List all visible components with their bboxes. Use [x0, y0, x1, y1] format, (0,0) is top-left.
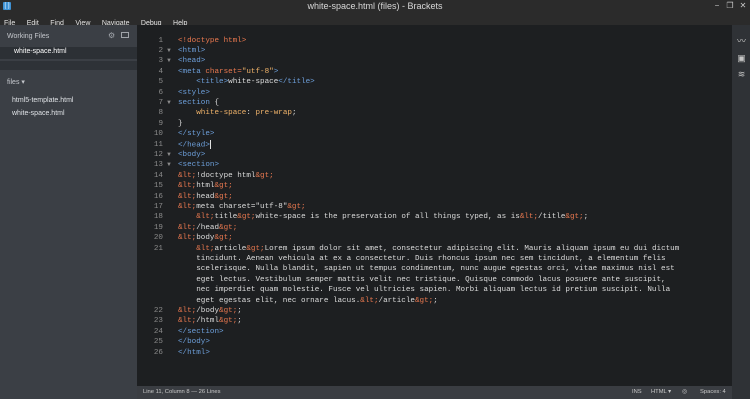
- line-number: 2: [158, 46, 163, 55]
- language-mode-dropdown[interactable]: HTML ▾: [651, 386, 671, 399]
- line-number: 23: [153, 317, 163, 326]
- line-number: 13: [153, 161, 163, 170]
- code-line[interactable]: &lt;article&gt;Lorem ipsum dolor sit ame…: [178, 244, 679, 254]
- line-number: 6: [158, 88, 163, 97]
- line-number: 3: [158, 57, 163, 66]
- code-line[interactable]: <!doctype html>: [178, 36, 246, 46]
- menu-bar: File Edit Find View Navigate Debug Help: [0, 12, 750, 27]
- close-icon[interactable]: ✕: [737, 0, 749, 12]
- line-number: 22: [153, 306, 163, 315]
- code-line[interactable]: nec imperdiet quam molestie. Fusce vel u…: [178, 285, 670, 295]
- code-line[interactable]: <section>: [178, 160, 219, 170]
- line-number: 20: [153, 234, 163, 243]
- project-files-header[interactable]: files ▾: [7, 78, 25, 86]
- restore-icon[interactable]: ❐: [724, 0, 736, 12]
- code-line[interactable]: &lt;body&gt;: [178, 233, 233, 243]
- code-line[interactable]: &lt;html&gt;: [178, 181, 233, 191]
- file-item-html5-template[interactable]: html5-template.html: [12, 97, 73, 104]
- code-line[interactable]: </section>: [178, 327, 224, 337]
- right-toolbar: [732, 25, 750, 399]
- line-number: 9: [158, 119, 163, 128]
- code-line[interactable]: <style>: [178, 88, 210, 98]
- code-line[interactable]: eget egestas elit, nec ornare lacus.&lt;…: [178, 296, 438, 306]
- code-line[interactable]: </style>: [178, 129, 214, 139]
- code-line[interactable]: <title>white-space</title>: [178, 77, 315, 87]
- code-line[interactable]: white-space: pre-wrap;: [178, 108, 296, 118]
- text-cursor: [209, 139, 211, 149]
- code-line[interactable]: tincidunt. Aenean vehicula at ex a conse…: [178, 254, 665, 264]
- line-number: 19: [153, 223, 163, 232]
- fold-toggle-icon[interactable]: ▼: [166, 160, 172, 170]
- code-line[interactable]: &lt;/head&gt;: [178, 223, 237, 233]
- line-number: 10: [153, 130, 163, 139]
- line-number: 16: [153, 192, 163, 201]
- code-line[interactable]: &lt;/body&gt;;: [178, 306, 242, 316]
- code-line[interactable]: &lt;meta charset="utf-8"&gt;: [178, 202, 306, 212]
- fold-toggle-icon[interactable]: ▼: [166, 98, 172, 108]
- code-line[interactable]: </body>: [178, 337, 210, 347]
- line-number: 18: [153, 213, 163, 222]
- code-line[interactable]: scelerisque. Nulla blandit, sapien ut te…: [178, 264, 675, 274]
- indent-setting[interactable]: Spaces: 4: [700, 386, 726, 399]
- cursor-position: Line 11, Column 8 — 26 Lines: [143, 389, 221, 395]
- code-line[interactable]: }: [178, 119, 183, 129]
- extension-manager-icon[interactable]: ▣: [736, 54, 747, 63]
- line-number: 7: [158, 98, 163, 107]
- code-line[interactable]: <html>: [178, 46, 205, 56]
- line-number: 24: [153, 327, 163, 336]
- code-line[interactable]: &lt;title&gt;white-space is the preserva…: [178, 212, 588, 222]
- gear-icon[interactable]: ⚙: [108, 31, 115, 40]
- line-number: 25: [153, 338, 163, 347]
- working-file-item[interactable]: white-space.html: [14, 48, 67, 55]
- fold-toggle-icon[interactable]: ▼: [166, 56, 172, 66]
- file-item-white-space[interactable]: white-space.html: [12, 110, 65, 117]
- insert-mode[interactable]: INS: [632, 386, 642, 399]
- line-number: 17: [153, 202, 163, 211]
- line-number: 14: [153, 171, 163, 180]
- line-number: 4: [158, 67, 163, 76]
- split-view-icon[interactable]: [121, 32, 129, 38]
- linter-status-icon[interactable]: ◎: [682, 386, 687, 399]
- code-line[interactable]: </head>: [178, 139, 211, 151]
- code-line[interactable]: &lt;!doctype html&gt;: [178, 171, 274, 181]
- line-number: 8: [158, 109, 163, 118]
- working-files-header: Working Files: [7, 33, 50, 40]
- status-bar: Line 11, Column 8 — 26 Lines INS HTML ▾ …: [137, 386, 732, 399]
- live-preview-icon[interactable]: 〰: [736, 37, 747, 46]
- line-number: 15: [153, 182, 163, 191]
- sidebar-divider: [0, 61, 137, 70]
- title-bar: [ ] white-space.html (files) - Brackets …: [0, 0, 750, 12]
- code-line[interactable]: <meta charset="utf-8">: [178, 67, 278, 77]
- layers-icon[interactable]: ≋: [736, 70, 747, 79]
- minimize-icon[interactable]: −: [711, 0, 723, 12]
- code-line[interactable]: <head>: [178, 56, 205, 66]
- chevron-down-icon[interactable]: ▾: [21, 79, 25, 86]
- code-line[interactable]: eget lectus. Vestibulum semper mattis ve…: [178, 275, 665, 285]
- code-line[interactable]: &lt;head&gt;: [178, 192, 233, 202]
- line-number: 1: [158, 36, 163, 45]
- line-number: 12: [153, 150, 163, 159]
- line-number: 21: [153, 244, 163, 253]
- line-number: 11: [153, 140, 163, 149]
- window-title: white-space.html (files) - Brackets: [307, 1, 443, 11]
- line-number: 26: [153, 348, 163, 357]
- fold-toggle-icon[interactable]: ▼: [166, 46, 172, 56]
- code-line[interactable]: <body>: [178, 150, 205, 160]
- code-line[interactable]: section {: [178, 98, 219, 108]
- code-line[interactable]: &lt;/html&gt;;: [178, 316, 242, 326]
- fold-toggle-icon[interactable]: ▼: [166, 150, 172, 160]
- code-line[interactable]: </html>: [178, 348, 210, 358]
- project-name[interactable]: files: [7, 79, 19, 86]
- line-number: 5: [158, 78, 163, 87]
